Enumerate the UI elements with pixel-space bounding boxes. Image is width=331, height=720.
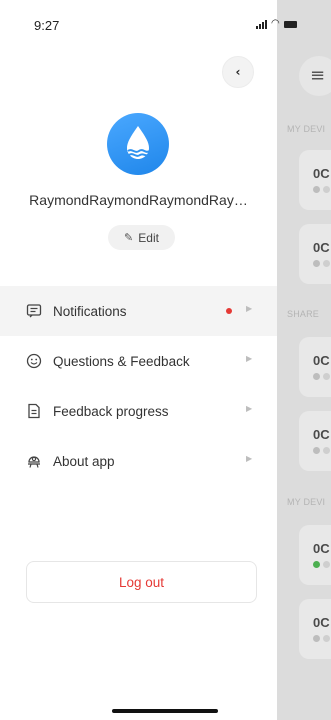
status-dot-icon: [313, 561, 320, 568]
avatar[interactable]: [107, 113, 169, 175]
chevron-right-icon: ▶: [246, 404, 253, 413]
device-card: 0C: [299, 224, 331, 284]
home-indicator[interactable]: [112, 709, 218, 713]
chevron-right-icon: ▶: [246, 454, 253, 463]
status-time: 9:27: [34, 18, 60, 33]
status-dot-icon: [313, 373, 320, 380]
status-dot-icon: [313, 260, 320, 267]
device-card-name: 0C: [313, 427, 330, 442]
smile-icon: [26, 353, 42, 369]
device-card-name: 0C: [313, 240, 330, 255]
menu-item-label: About app: [53, 453, 115, 469]
menu-item-questions-feedback[interactable]: Questions & Feedback ▶: [0, 336, 277, 386]
status-dot-icon: [323, 186, 330, 193]
device-card-name: 0C: [313, 353, 330, 368]
logout-button[interactable]: Log out: [26, 561, 257, 603]
username: RaymondRaymondRaymondRay…: [29, 192, 248, 208]
menu-item-label: Questions & Feedback: [53, 353, 190, 369]
status-dot-icon: [313, 447, 320, 454]
device-card-name: 0C: [313, 166, 330, 181]
device-card: 0C: [299, 150, 331, 210]
device-card-name: 0C: [313, 615, 330, 630]
close-drawer-button[interactable]: ‹: [222, 56, 254, 88]
device-card: 0C: [299, 411, 331, 471]
unread-badge: [226, 308, 232, 314]
menu-item-label: Notifications: [53, 303, 127, 319]
status-dot-icon: [323, 561, 330, 568]
menu-item-feedback-progress[interactable]: Feedback progress ▶: [0, 386, 277, 436]
device-card-name: 0C: [313, 541, 330, 556]
section-label: MY DEVI: [287, 497, 326, 507]
edit-profile-button[interactable]: ✎ Edit: [108, 225, 175, 250]
menu-item-notifications[interactable]: Notifications ▶: [0, 286, 277, 336]
status-bar: 9:27 ◠: [0, 0, 331, 40]
chevron-right-icon: ▶: [246, 354, 253, 363]
pencil-icon: ✎: [124, 231, 134, 244]
battery-icon: [283, 21, 297, 28]
robot-icon: [26, 453, 42, 469]
device-card: 0C: [299, 525, 331, 585]
drawer-menu: Notifications ▶ Questions & Feedback ▶ F…: [0, 286, 277, 486]
hamburger-menu-icon: ≡: [299, 56, 331, 96]
edit-label: Edit: [138, 230, 159, 245]
water-drop-icon: [127, 126, 150, 159]
status-dot-icon: [323, 260, 330, 267]
message-icon: [26, 303, 42, 319]
menu-item-label: Feedback progress: [53, 403, 169, 419]
side-drawer: ‹ RaymondRaymondRaymondRay… ✎ Edit Notif…: [0, 0, 277, 720]
status-dot-icon: [323, 373, 330, 380]
document-icon: [26, 403, 42, 419]
device-card: 0C: [299, 337, 331, 397]
device-card: 0C: [299, 599, 331, 659]
chevron-left-icon: ‹: [235, 65, 241, 79]
section-label: SHARE: [287, 309, 320, 319]
background-device-list: ≡ MY DEVI 0C 0C SHARE 0C 0C MY DEVI 0C 0…: [277, 0, 331, 720]
status-dot-icon: [313, 186, 320, 193]
status-dot-icon: [323, 635, 330, 642]
status-dot-icon: [313, 635, 320, 642]
chevron-right-icon: ▶: [246, 304, 253, 313]
status-icons: ◠: [256, 19, 297, 29]
status-dot-icon: [323, 447, 330, 454]
section-label: MY DEVI: [287, 124, 326, 134]
wifi-icon: ◠: [271, 18, 280, 29]
signal-icon: [256, 19, 267, 29]
menu-item-about-app[interactable]: About app ▶: [0, 436, 277, 486]
